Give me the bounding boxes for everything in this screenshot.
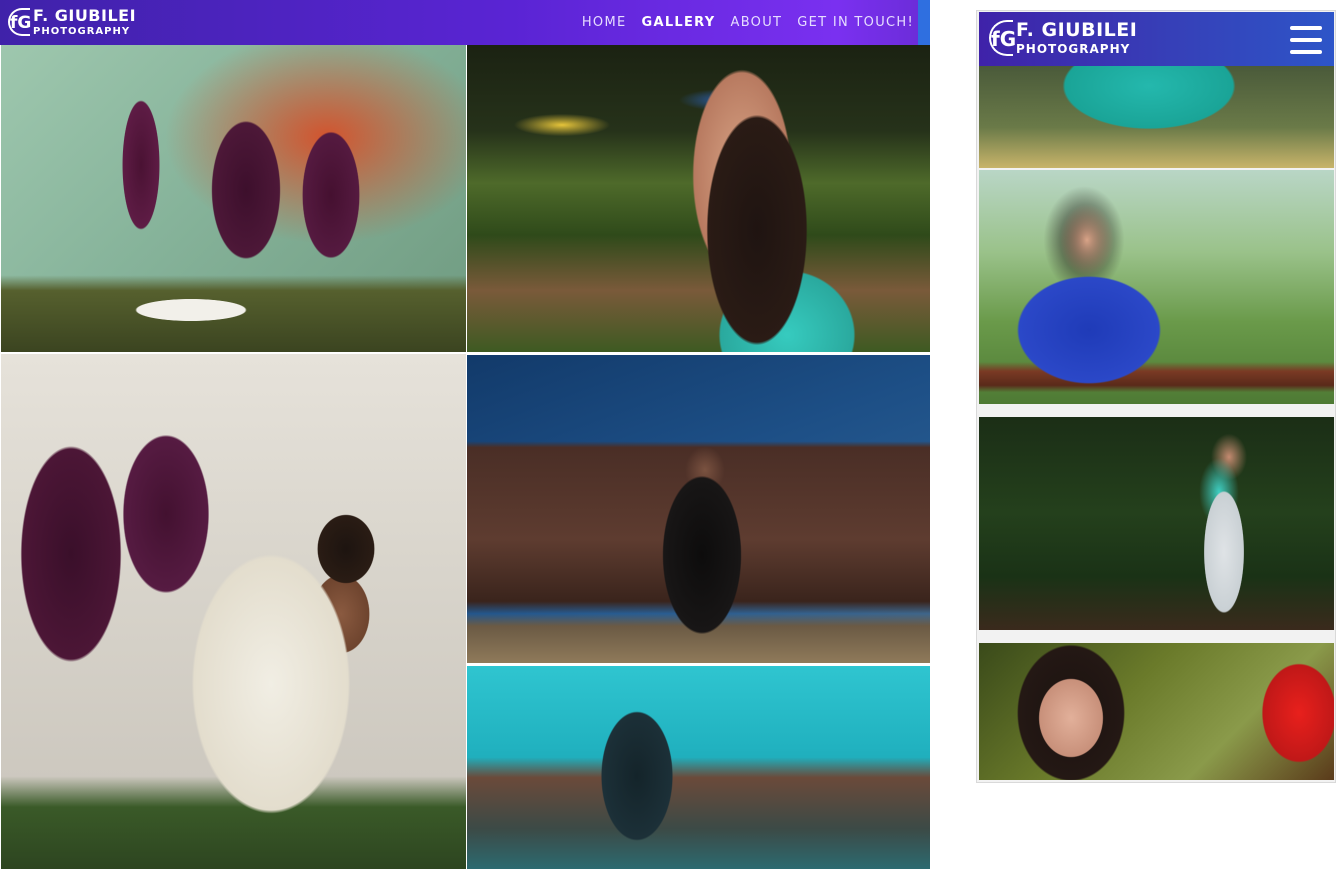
mobile-header: fG F. GIUBILEI PHOTOGRAPHY: [979, 12, 1334, 66]
top-navbar: fG F. GIUBILEI PHOTOGRAPHY HOME GALLERY …: [0, 0, 930, 45]
logo-mark-icon: fG: [8, 7, 31, 36]
mobile-gallery-view: fG F. GIUBILEI PHOTOGRAPHY: [976, 10, 1336, 783]
mobile-logo-tagline: PHOTOGRAPHY: [1016, 42, 1131, 56]
mobile-logo-text: F. GIUBILEI PHOTOGRAPHY: [1016, 19, 1137, 56]
mobile-photo-woman-blue-dress[interactable]: [979, 170, 1334, 404]
gallery-photo-double-exposure[interactable]: [467, 666, 930, 869]
gallery-photo-man-folding-chair[interactable]: [1, 354, 466, 869]
logo-tagline: PHOTOGRAPHY: [33, 26, 131, 37]
hamburger-line: [1290, 38, 1322, 42]
nav-link-get-in-touch[interactable]: GET IN TOUCH!: [797, 15, 914, 30]
hamburger-line: [1290, 26, 1322, 30]
hamburger-line: [1290, 50, 1322, 54]
navbar-edge-accent: [918, 0, 930, 45]
mobile-logo-name: F. GIUBILEI: [1016, 19, 1138, 41]
mobile-photo-woman-turquoise-cropped[interactable]: [979, 66, 1334, 168]
mobile-photo-woman-foliage[interactable]: [979, 417, 1334, 630]
nav-link-gallery[interactable]: GALLERY: [642, 15, 716, 30]
nav-link-about[interactable]: ABOUT: [731, 15, 783, 30]
mobile-logo-mark-icon: fG: [989, 19, 1016, 56]
logo-name: F. GIUBILEI: [33, 6, 137, 25]
hamburger-menu-icon[interactable]: [1290, 26, 1322, 54]
gallery-photo-man-lounge-chair[interactable]: [1, 45, 466, 352]
nav-link-home[interactable]: HOME: [582, 15, 627, 30]
desktop-gallery-view: fG F. GIUBILEI PHOTOGRAPHY HOME GALLERY …: [0, 0, 930, 869]
gallery-photo-man-excavator-bucket[interactable]: [467, 355, 930, 663]
main-nav: HOME GALLERY ABOUT GET IN TOUCH!: [582, 0, 914, 45]
gallery-photo-woman-garden[interactable]: [467, 45, 930, 352]
mobile-photo-woman-red-flower[interactable]: [979, 643, 1334, 780]
logo-text: F. GIUBILEI PHOTOGRAPHY: [33, 6, 136, 37]
site-logo[interactable]: fG F. GIUBILEI PHOTOGRAPHY: [8, 6, 136, 37]
mobile-site-logo[interactable]: fG F. GIUBILEI PHOTOGRAPHY: [989, 19, 1137, 56]
